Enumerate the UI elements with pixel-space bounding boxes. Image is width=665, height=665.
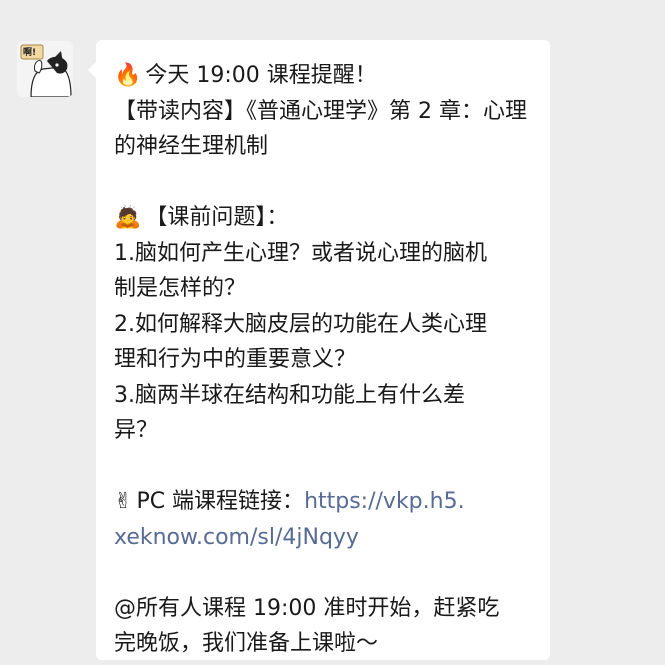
- message-line-13: @所有人课程 19:00 准时开始，赶紧吃: [114, 595, 500, 621]
- message-line-3: 的神经生理机制: [114, 134, 269, 159]
- message-line-14: 完晚饭，我们准备上课啦～: [114, 631, 379, 656]
- bowing-person-emoji: 🙇: [114, 205, 142, 230]
- course-link-part-2[interactable]: xeknow.com/sl/4jNqyy: [114, 520, 536, 556]
- message-line-7: 2.如何解释大脑皮层的功能在人类心理: [114, 311, 487, 337]
- victory-hand-emoji: ✌: [114, 489, 133, 514]
- message-line-6: 制是怎样的？: [114, 276, 247, 301]
- message-line-1: 🔥 今天 19:00 课程提醒！: [114, 63, 377, 88]
- avatar-sign-text: 啊!: [23, 48, 37, 58]
- message-line-4: 🙇 【课前问题】：: [114, 205, 289, 230]
- avatar[interactable]: 啊!: [17, 41, 73, 97]
- message-line-5: 1.脑如何产生心理？或者说心理的脑机: [114, 240, 487, 266]
- message-line-10: 异？: [114, 418, 159, 443]
- message-line-8: 理和行为中的重要意义？: [114, 347, 357, 372]
- message-bubble[interactable]: 🔥 今天 19:00 课程提醒！ 【带读内容】《普通心理学》第 2 章：心理 的神…: [88, 40, 550, 660]
- message-line-2: 【带读内容】《普通心理学》第 2 章：心理: [114, 98, 527, 124]
- message-line-9: 3.脑两半球在结构和功能上有什么差: [114, 382, 465, 408]
- fire-emoji: 🔥: [114, 63, 142, 88]
- message-line-11: ✌ PC 端课程链接：https://vkp.h5.: [114, 489, 465, 514]
- course-link-part-1[interactable]: https://vkp.h5.: [304, 489, 465, 514]
- chat-view: 啊! 🔥 今天 19:00 课程提醒！ 【带读内容】《普通心理学》第 2 章：心理…: [0, 0, 665, 665]
